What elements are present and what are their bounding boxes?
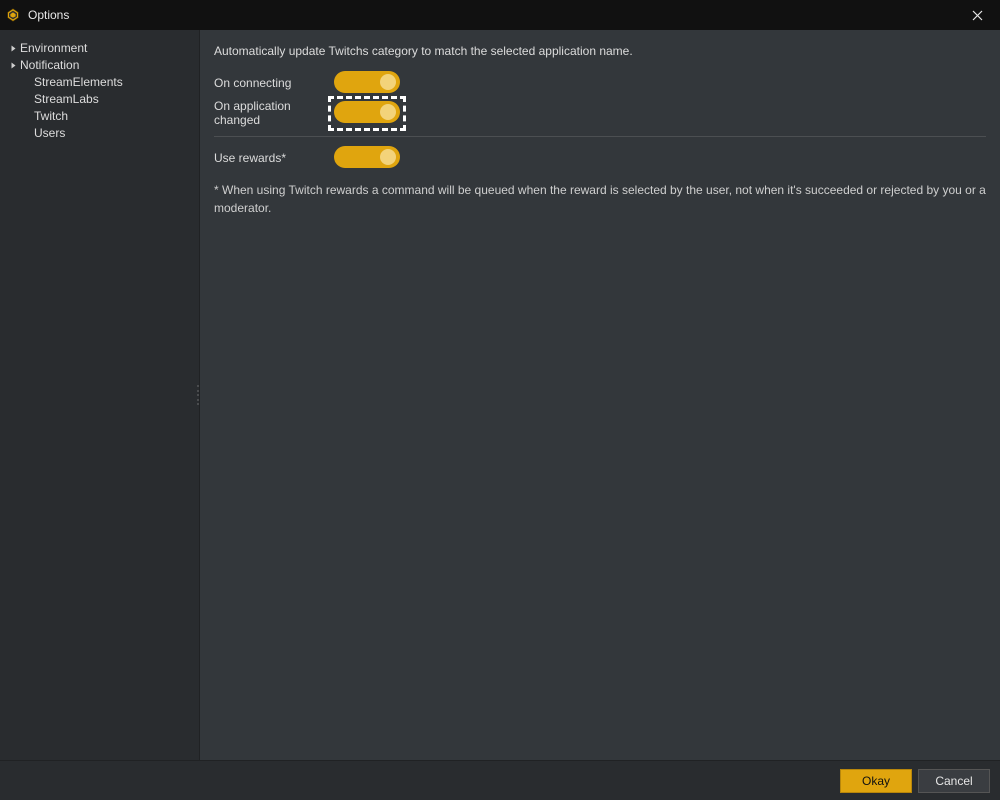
sidebar-item-label: Notification — [20, 57, 79, 74]
rewards-footnote: * When using Twitch rewards a command wi… — [214, 181, 986, 217]
section-description: Automatically update Twitchs category to… — [214, 44, 986, 58]
sidebar-resize-grip[interactable] — [195, 385, 200, 405]
sidebar-item-label: Environment — [20, 40, 87, 57]
app-icon — [6, 8, 20, 22]
titlebar: Options — [0, 0, 1000, 30]
row-on-application-changed: On application changed — [214, 98, 986, 128]
toggle-on-application-changed[interactable] — [334, 101, 400, 126]
sidebar-item-label: Users — [34, 125, 65, 142]
content-area: Environment Notification StreamElements … — [0, 30, 1000, 760]
okay-button[interactable]: Okay — [840, 769, 912, 793]
row-use-rewards: Use rewards* — [214, 143, 986, 173]
sidebar-item-label: StreamElements — [34, 74, 123, 91]
toggle-use-rewards[interactable] — [334, 146, 400, 171]
row-on-connecting: On connecting — [214, 68, 986, 98]
chevron-right-icon — [8, 62, 18, 69]
sidebar-item-notification[interactable]: Notification — [0, 57, 199, 74]
window-title: Options — [28, 8, 69, 22]
switch-icon — [334, 71, 400, 93]
options-sidebar: Environment Notification StreamElements … — [0, 30, 200, 760]
toggle-label: On application changed — [214, 99, 334, 127]
toggle-label: Use rewards* — [214, 151, 334, 165]
sidebar-item-label: Twitch — [34, 108, 68, 125]
sidebar-item-streamlabs[interactable]: StreamLabs — [0, 91, 199, 108]
settings-panel: Automatically update Twitchs category to… — [200, 30, 1000, 760]
close-icon — [972, 10, 983, 21]
cancel-button[interactable]: Cancel — [918, 769, 990, 793]
close-button[interactable] — [954, 0, 1000, 30]
switch-icon — [334, 101, 400, 123]
sidebar-item-label: StreamLabs — [34, 91, 99, 108]
switch-icon — [334, 146, 400, 168]
sidebar-item-twitch[interactable]: Twitch — [0, 108, 199, 125]
toggle-label: On connecting — [214, 76, 334, 90]
dialog-footer: Okay Cancel — [0, 760, 1000, 800]
toggle-on-connecting[interactable] — [334, 71, 400, 96]
sidebar-item-environment[interactable]: Environment — [0, 40, 199, 57]
sidebar-item-users[interactable]: Users — [0, 125, 199, 142]
separator — [214, 136, 986, 137]
chevron-right-icon — [8, 45, 18, 52]
sidebar-item-streamelements[interactable]: StreamElements — [0, 74, 199, 91]
